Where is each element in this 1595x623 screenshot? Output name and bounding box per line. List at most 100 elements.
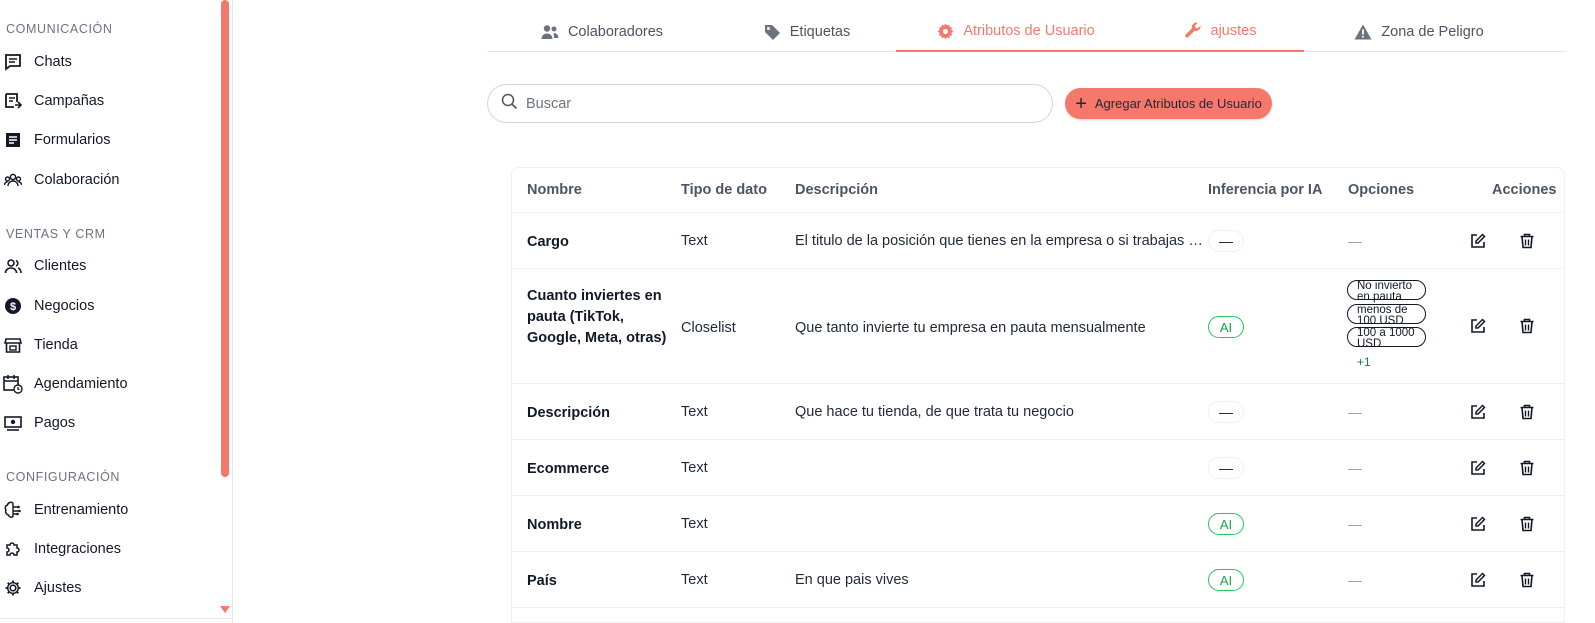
options-value: — (1348, 572, 1362, 588)
sidebar-item-label: Pagos (34, 415, 76, 431)
more-options-count[interactable]: +1 (1357, 355, 1371, 369)
attribute-description: Que tanto invierte tu empresa en pauta m… (795, 320, 1146, 336)
dollar-icon: $ (3, 296, 23, 316)
trash-icon[interactable] (1518, 403, 1536, 421)
add-button-label: Agregar Atributos de Usuario (1094, 96, 1262, 111)
sidebar-item-label: Integraciones (34, 541, 122, 557)
wrench-icon (1184, 22, 1202, 40)
clients-icon (3, 256, 23, 276)
sidebar-item-ajustes[interactable]: Ajustes (3, 576, 82, 600)
scroll-down-arrow-icon[interactable] (220, 606, 230, 613)
attribute-name: País (527, 573, 557, 589)
plus-icon: + (1075, 92, 1087, 115)
sidebar-scrollbar-thumb[interactable] (221, 0, 229, 477)
sidebar-item-label: Agendamiento (34, 376, 128, 392)
tag-icon (764, 24, 781, 41)
sidebar-item-formularios[interactable]: Formularios (3, 128, 111, 152)
trash-icon[interactable] (1518, 232, 1536, 250)
sidebar-item-label: Clientes (34, 258, 87, 274)
section-heading: COMUNICACIÓN (6, 22, 113, 36)
brain-icon (3, 500, 23, 520)
attribute-type: Text (681, 572, 708, 588)
sidebar-item-entrenamiento[interactable]: Entrenamiento (3, 498, 128, 522)
table-row (512, 607, 1564, 622)
sidebar-item-negocios[interactable]: $ Negocios (3, 294, 94, 318)
edit-icon[interactable] (1469, 232, 1487, 250)
tab-colaboradores[interactable]: Colaboradores (487, 12, 717, 52)
column-header: Descripción (795, 182, 878, 198)
options-value: — (1348, 460, 1362, 476)
tab-zona-de-peligro[interactable]: Zona de Peligro (1304, 12, 1534, 52)
trash-icon[interactable] (1518, 515, 1536, 533)
attribute-description: En que pais vives (795, 572, 909, 588)
attribute-type: Text (681, 404, 708, 420)
edit-icon[interactable] (1469, 515, 1487, 533)
attribute-name: Cargo (527, 234, 569, 250)
warning-icon (1354, 24, 1372, 40)
attribute-name: Ecommerce (527, 461, 610, 477)
sidebar-item-colaboracion[interactable]: Colaboración (3, 168, 119, 192)
column-header: Nombre (527, 182, 582, 198)
attribute-type: Closelist (681, 320, 736, 336)
options-value: — (1348, 516, 1362, 532)
section-heading: VENTAS Y CRM (6, 227, 106, 241)
attributes-table: Nombre Tipo de dato Descripción Inferenc… (511, 167, 1565, 623)
tab-ajustes[interactable]: ajustes (1136, 12, 1304, 52)
sidebar-item-label: Tienda (34, 337, 78, 353)
trash-icon[interactable] (1518, 317, 1536, 335)
edit-icon[interactable] (1469, 403, 1487, 421)
gear-icon (937, 23, 954, 40)
sidebar-item-label: Entrenamiento (34, 502, 129, 518)
table-row[interactable]: Cargo Text El titulo de la posición que … (512, 212, 1564, 268)
attribute-type: Text (681, 233, 708, 249)
users-icon (541, 24, 559, 40)
tab-label: Atributos de Usuario (963, 23, 1095, 39)
attribute-type: Text (681, 460, 708, 476)
sidebar-item-label: Colaboración (34, 172, 120, 188)
sidebar-item-label: Campañas (34, 93, 105, 109)
trash-icon[interactable] (1518, 571, 1536, 589)
sidebar-item-tienda[interactable]: Tienda (3, 333, 78, 357)
table-row[interactable]: País Text En que pais vives AI — (512, 551, 1564, 607)
attribute-name: Descripción (527, 405, 610, 421)
trash-icon[interactable] (1518, 459, 1536, 477)
attribute-type: Text (681, 516, 708, 532)
column-header: Opciones (1348, 182, 1415, 198)
search-input[interactable] (526, 95, 1026, 112)
table-row[interactable]: Descripción Text Que hace tu tienda, de … (512, 383, 1564, 439)
form-icon (3, 130, 23, 150)
settings-tabs: Colaboradores Etiquetas Atributos de Usu… (487, 12, 1565, 52)
option-chip: No invierto en pauta (1347, 280, 1426, 303)
sidebar-item-pagos[interactable]: Pagos (3, 411, 75, 435)
table-row[interactable]: Nombre Text AI — (512, 495, 1564, 551)
chat-icon (3, 52, 23, 72)
sidebar-item-clientes[interactable]: Clientes (3, 254, 86, 278)
column-header: Inferencia por IA (1208, 182, 1323, 198)
edit-icon[interactable] (1469, 317, 1487, 335)
column-header: Acciones (1492, 182, 1557, 198)
ai-inference-badge: — (1208, 230, 1244, 252)
ai-inference-badge: AI (1208, 316, 1244, 338)
tab-atributos-de-usuario[interactable]: Atributos de Usuario (896, 12, 1136, 52)
edit-icon[interactable] (1469, 571, 1487, 589)
sidebar-item-agendamiento[interactable]: Agendamiento (3, 372, 128, 396)
sidebar-item-integraciones[interactable]: Integraciones (3, 537, 121, 561)
attribute-name: Cuanto inviertes en pauta (TikTok, Googl… (527, 288, 667, 346)
search-box (487, 84, 1053, 123)
sidebar-item-chats[interactable]: Chats (3, 50, 72, 74)
column-header: Tipo de dato (681, 182, 767, 198)
option-chip: menos de 100 USD (1347, 304, 1426, 327)
table-row[interactable]: Cuanto inviertes en pauta (TikTok, Googl… (512, 268, 1564, 383)
option-chip: 100 a 1000 USD (1347, 327, 1426, 350)
tab-label: Zona de Peligro (1381, 24, 1484, 40)
table-row[interactable]: Ecommerce Text — — (512, 439, 1564, 495)
edit-icon[interactable] (1469, 459, 1487, 477)
add-user-attribute-button[interactable]: + Agregar Atributos de Usuario (1065, 88, 1272, 119)
tab-etiquetas[interactable]: Etiquetas (717, 12, 897, 52)
sidebar-item-label: Chats (34, 54, 72, 70)
sidebar-item-label: Negocios (34, 298, 95, 314)
search-icon (501, 93, 518, 115)
attribute-name: Nombre (527, 517, 582, 533)
sidebar-item-campanas[interactable]: Campañas (3, 89, 104, 113)
ai-inference-badge: — (1208, 457, 1244, 479)
